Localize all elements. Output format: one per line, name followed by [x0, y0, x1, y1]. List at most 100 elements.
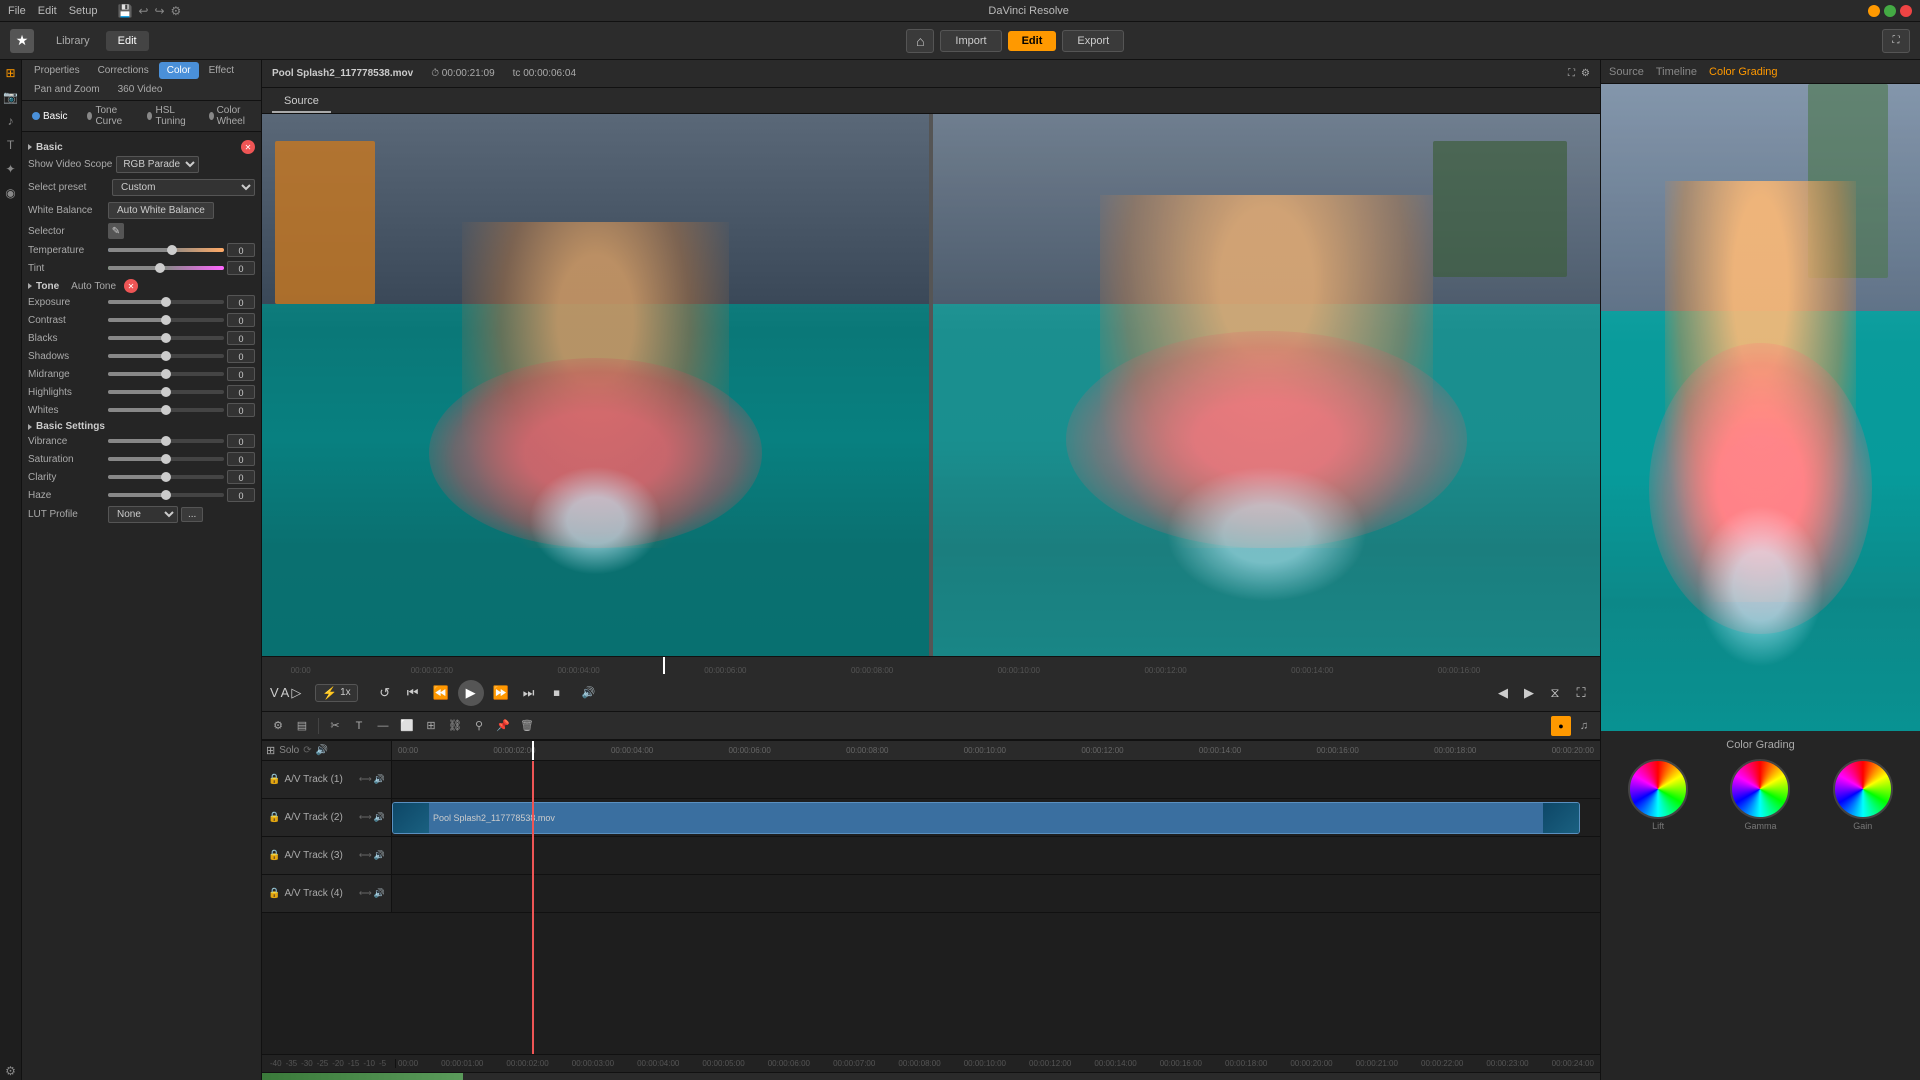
- midrange-value[interactable]: 0: [227, 367, 255, 381]
- stab-basic[interactable]: Basic: [26, 103, 73, 129]
- tl-settings-btn[interactable]: ⚙: [268, 716, 288, 736]
- next-clip-btn[interactable]: ⏭: [518, 682, 540, 704]
- icon-audio[interactable]: ♪: [2, 112, 20, 130]
- tab-edit[interactable]: Edit: [106, 31, 149, 51]
- blacks-value[interactable]: 0: [227, 331, 255, 345]
- stab-hsl[interactable]: HSL Tuning: [141, 103, 194, 129]
- clip-pool-splash[interactable]: Pool Splash2_117778538.mov: [392, 802, 1580, 834]
- play-btn[interactable]: ▶: [458, 680, 484, 706]
- preset-select[interactable]: Custom: [112, 179, 255, 196]
- contrast-value[interactable]: 0: [227, 313, 255, 327]
- toolbar-icon-settings[interactable]: ⚙: [171, 4, 182, 18]
- toolbar-icon-redo[interactable]: ↪: [154, 4, 164, 18]
- tl-audio-btn[interactable]: ♫: [1574, 716, 1594, 736]
- track2-lock[interactable]: 🔒: [268, 812, 280, 823]
- close-btn[interactable]: [1900, 5, 1912, 17]
- track4-audio[interactable]: 🔊: [374, 888, 385, 899]
- tl-magnet-btn[interactable]: ⚲: [469, 716, 489, 736]
- basic-reset-btn[interactable]: ✕: [241, 140, 255, 154]
- ptab-360[interactable]: 360 Video: [110, 81, 171, 98]
- temp-value[interactable]: 0: [227, 243, 255, 257]
- loop-btn[interactable]: ↺: [374, 682, 396, 704]
- shadows-slider[interactable]: [108, 349, 224, 363]
- haze-slider[interactable]: [108, 488, 224, 502]
- ptab-effect[interactable]: Effect: [201, 62, 242, 79]
- rtab-color-grading[interactable]: Color Grading: [1709, 66, 1777, 78]
- icon-media[interactable]: ⊞: [2, 64, 20, 82]
- mark-out-btn[interactable]: A: [281, 685, 290, 700]
- ptab-corrections[interactable]: Corrections: [90, 62, 157, 79]
- lut-select[interactable]: None: [108, 506, 178, 523]
- midrange-slider[interactable]: [108, 367, 224, 381]
- vibrance-value[interactable]: 0: [227, 434, 255, 448]
- tl-link-btn[interactable]: ⛓: [445, 716, 465, 736]
- track1-link[interactable]: ⟷: [359, 774, 372, 785]
- prev-clip-btn[interactable]: ⏮: [402, 682, 424, 704]
- mark-btn[interactable]: ⧖: [1544, 682, 1566, 704]
- toolbar-icon-undo[interactable]: ↩: [138, 4, 148, 18]
- fullscreen-btn[interactable]: ⛶: [1882, 29, 1910, 53]
- blacks-slider[interactable]: [108, 331, 224, 345]
- tl-text-btn[interactable]: T: [349, 716, 369, 736]
- toolbar-icon-save[interactable]: 💾: [117, 4, 132, 18]
- icon-fx[interactable]: ✦: [2, 160, 20, 178]
- stab-tone-curve[interactable]: Tone Curve: [81, 103, 133, 129]
- eyedropper-btn[interactable]: ✎: [108, 223, 124, 239]
- tint-slider[interactable]: [108, 261, 224, 275]
- highlights-value[interactable]: 0: [227, 385, 255, 399]
- tl-grid-btn[interactable]: ⊞: [421, 716, 441, 736]
- tl-master-btn[interactable]: ⊞: [266, 744, 275, 757]
- lut-browse-btn[interactable]: ...: [181, 507, 203, 522]
- stop-btn[interactable]: ⏹: [546, 682, 568, 704]
- import-btn[interactable]: Import: [940, 30, 1001, 52]
- next-frame-btn[interactable]: ▶: [1518, 682, 1540, 704]
- preview-source-tab[interactable]: Source: [272, 91, 331, 113]
- basic-settings-expand[interactable]: [28, 424, 32, 430]
- track4-link[interactable]: ⟷: [359, 888, 372, 899]
- rtab-source[interactable]: Source: [1609, 66, 1644, 78]
- haze-value[interactable]: 0: [227, 488, 255, 502]
- menu-file[interactable]: File: [8, 5, 26, 17]
- maximize-btn[interactable]: [1884, 5, 1896, 17]
- ptab-properties[interactable]: Properties: [26, 62, 88, 79]
- tint-value[interactable]: 0: [227, 261, 255, 275]
- rtab-timeline[interactable]: Timeline: [1656, 66, 1697, 78]
- track2-link[interactable]: ⟷: [359, 812, 372, 823]
- shadows-value[interactable]: 0: [227, 349, 255, 363]
- temp-slider[interactable]: [108, 243, 224, 257]
- tl-track-btn[interactable]: ▤: [292, 716, 312, 736]
- tone-expand-arrow[interactable]: [28, 283, 32, 289]
- track2-content[interactable]: Pool Splash2_117778538.mov: [392, 799, 1600, 836]
- ptab-color[interactable]: Color: [159, 62, 199, 79]
- minimize-btn[interactable]: [1868, 5, 1880, 17]
- wb-auto-btn[interactable]: Auto White Balance: [108, 202, 214, 219]
- exposure-value[interactable]: 0: [227, 295, 255, 309]
- video-scope-select[interactable]: RGB Parade: [116, 156, 199, 173]
- edit-btn[interactable]: Edit: [1008, 31, 1057, 51]
- whites-slider[interactable]: [108, 403, 224, 417]
- settings-icon[interactable]: ⚙: [1581, 68, 1590, 79]
- mark-in-btn[interactable]: V: [270, 685, 279, 700]
- track4-lock[interactable]: 🔒: [268, 888, 280, 899]
- clarity-slider[interactable]: [108, 470, 224, 484]
- clarity-value[interactable]: 0: [227, 470, 255, 484]
- menu-setup[interactable]: Setup: [69, 5, 98, 17]
- basic-expand-arrow[interactable]: [28, 144, 32, 150]
- volume-btn[interactable]: 🔊: [578, 682, 600, 704]
- export-btn[interactable]: Export: [1062, 30, 1124, 52]
- tl-clip-btn[interactable]: ⬜: [397, 716, 417, 736]
- track1-lock[interactable]: 🔒: [268, 774, 280, 785]
- track3-audio[interactable]: 🔊: [374, 850, 385, 861]
- track3-link[interactable]: ⟷: [359, 850, 372, 861]
- highlights-slider[interactable]: [108, 385, 224, 399]
- saturation-slider[interactable]: [108, 452, 224, 466]
- icon-text[interactable]: T: [2, 136, 20, 154]
- menu-edit[interactable]: Edit: [38, 5, 57, 17]
- vibrance-slider[interactable]: [108, 434, 224, 448]
- icon-settings[interactable]: ⚙: [2, 1062, 20, 1080]
- ptab-pan-zoom[interactable]: Pan and Zoom: [26, 81, 108, 98]
- tl-cut-btn[interactable]: ✂: [325, 716, 345, 736]
- preview-icon[interactable]: ⛶: [1568, 68, 1575, 79]
- tl-delete-btn[interactable]: 🗑: [517, 716, 537, 736]
- tone-reset-btn[interactable]: ✕: [124, 279, 138, 293]
